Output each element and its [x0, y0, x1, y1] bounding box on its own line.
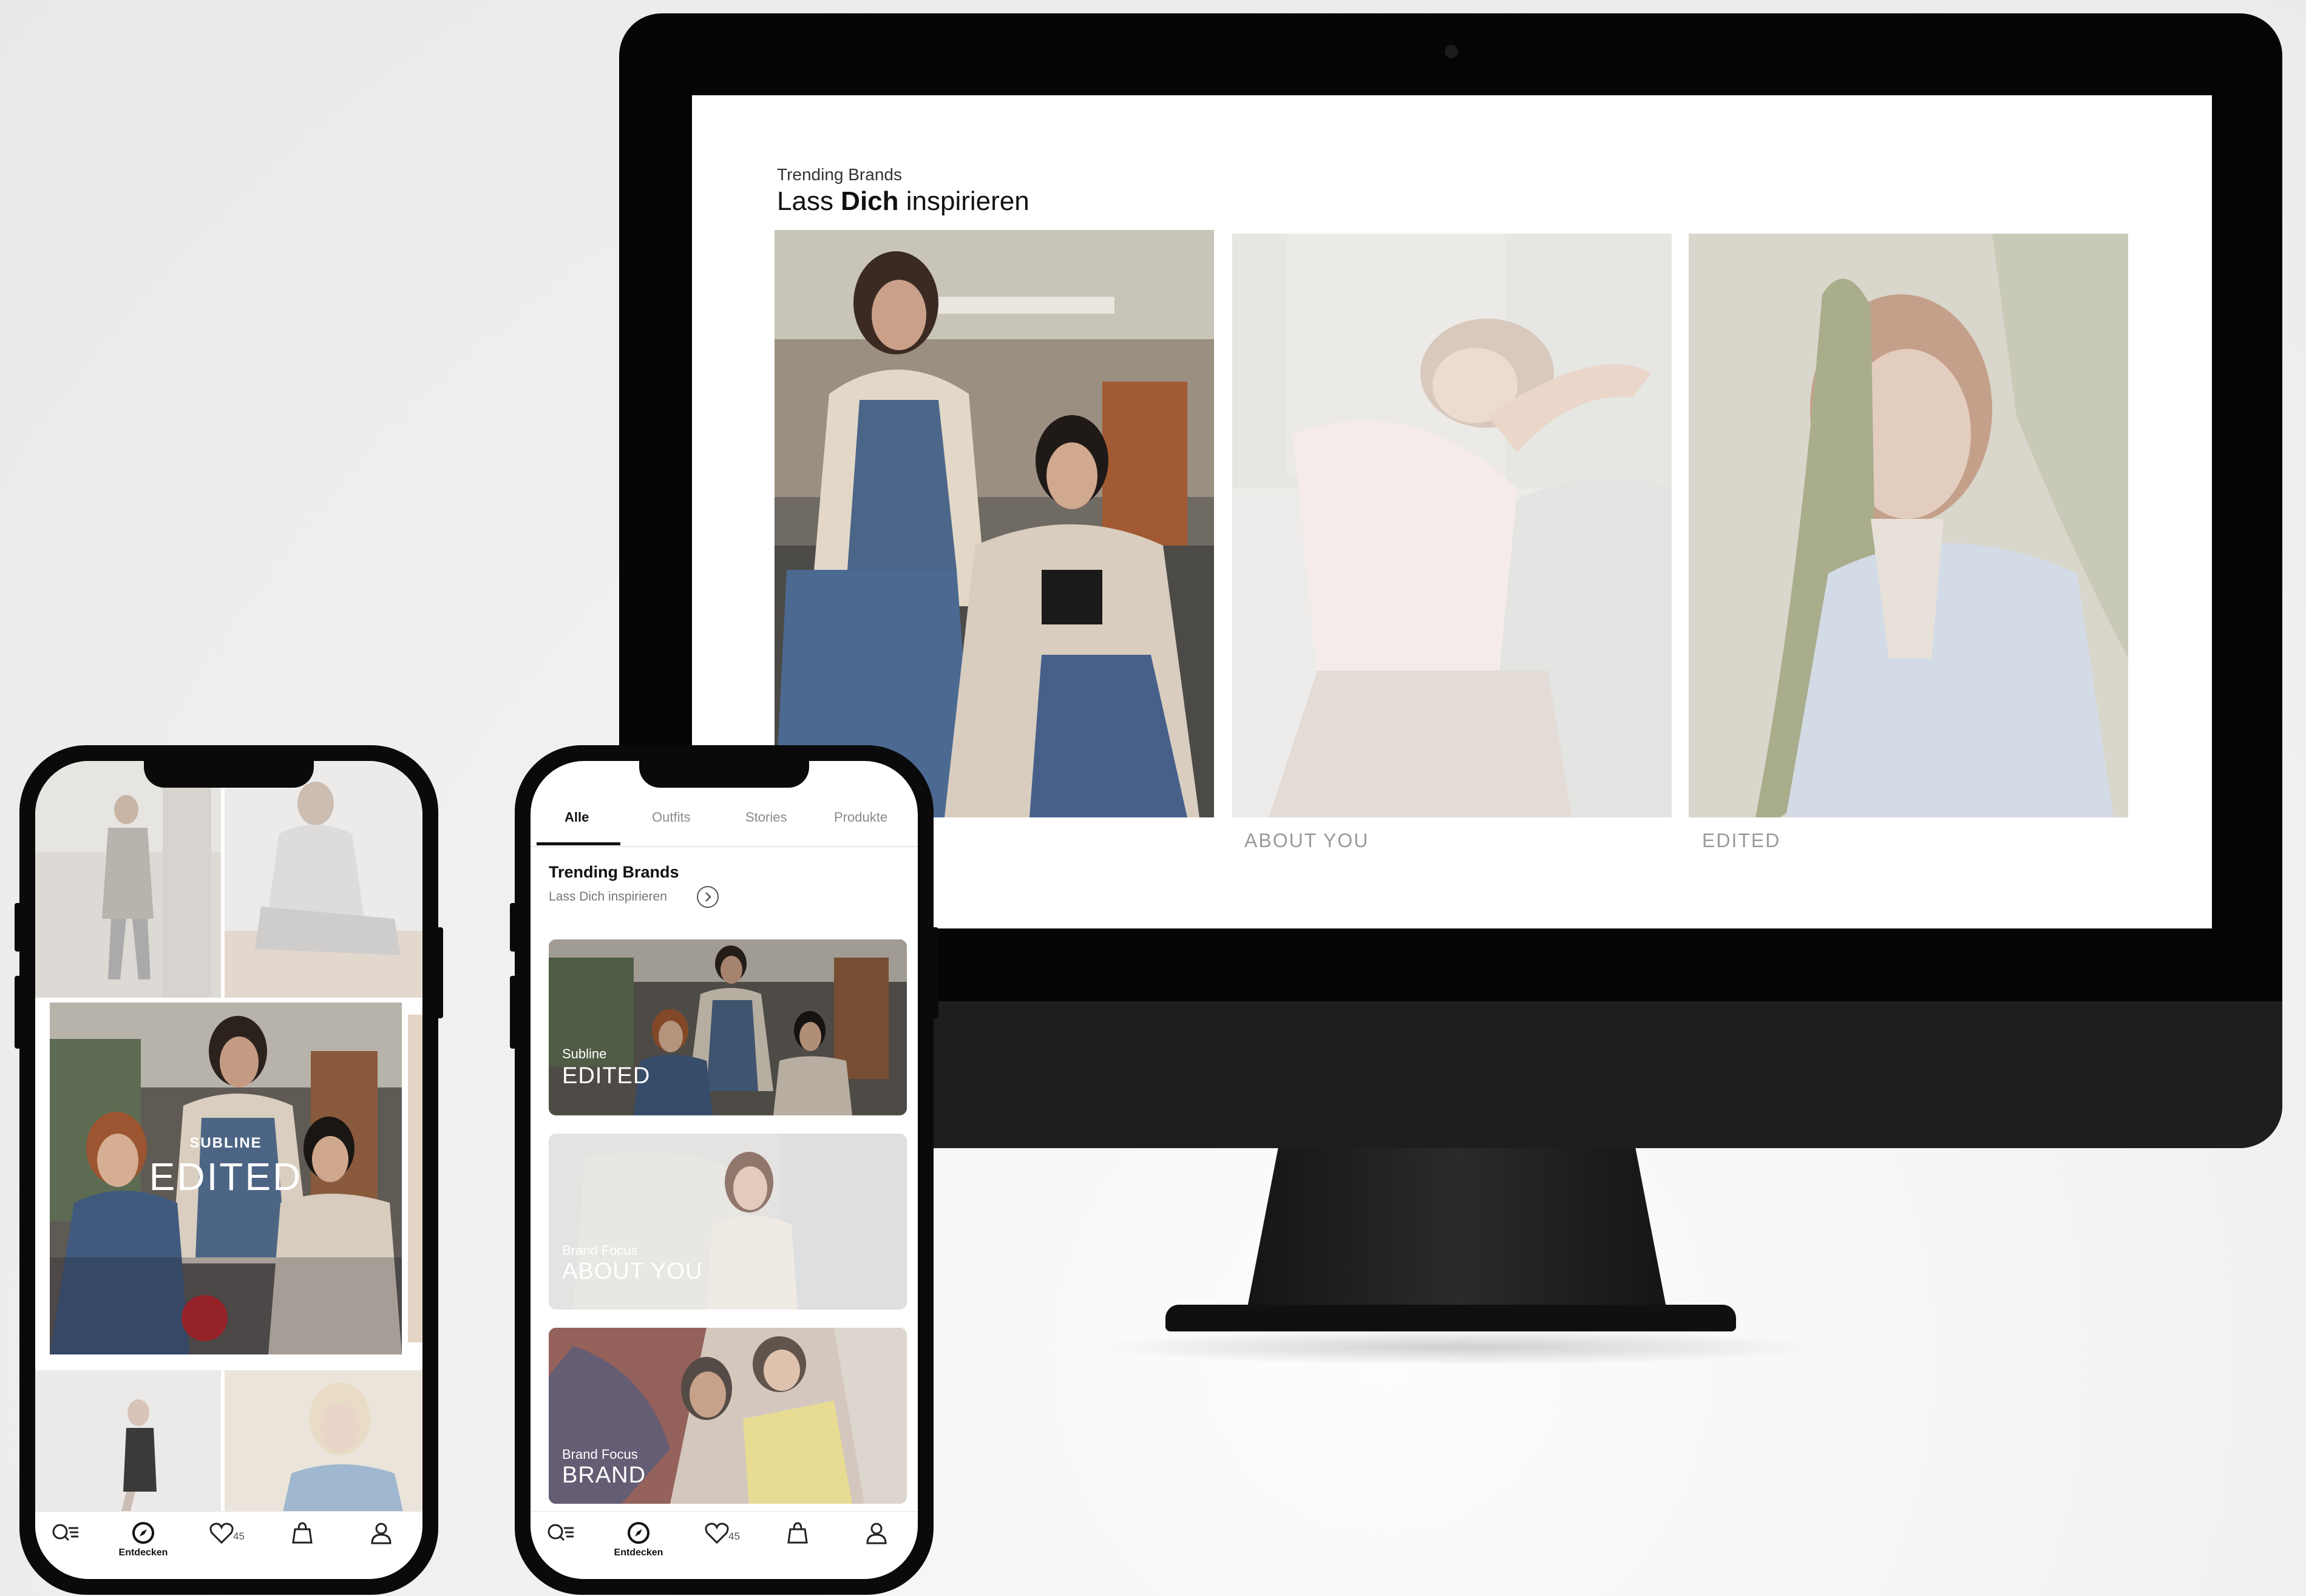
brand-label-edited[interactable]: EDITED — [1702, 830, 1780, 852]
card-name: BRAND — [562, 1462, 646, 1488]
hero-brand-card[interactable]: SUBLINE EDITED — [50, 1003, 402, 1354]
section-subtitle[interactable]: Lass Dich inspirieren — [549, 890, 667, 904]
wishlist-count: 45 — [728, 1530, 740, 1542]
brand-tile-street[interactable] — [35, 761, 221, 998]
card-name: EDITED — [562, 1063, 651, 1089]
tab-alle[interactable]: Alle — [565, 810, 589, 825]
brand-tile-blonde[interactable] — [225, 1370, 422, 1528]
phone-left: SUBLINE EDITED Entdecken 45 — [15, 745, 443, 1595]
active-tab-indicator — [537, 842, 620, 845]
fashion-photo — [35, 761, 221, 998]
phone-side-button — [15, 903, 22, 952]
tab-discover[interactable]: Entdecken — [113, 1521, 174, 1558]
phone-side-button — [931, 927, 938, 1018]
fashion-photo — [775, 230, 1214, 817]
monitor-stand-base — [1165, 1305, 1736, 1331]
tab-bag[interactable] — [272, 1521, 333, 1545]
tab-wishlist[interactable]: 45 — [690, 1521, 750, 1545]
compass-icon — [132, 1522, 154, 1544]
section-title: Trending Brands — [549, 863, 679, 881]
hero-title: EDITED — [149, 1155, 303, 1199]
fashion-photo — [35, 1370, 221, 1528]
monitor-stand-neck — [1244, 1147, 1669, 1323]
fashion-photo — [1232, 234, 1672, 817]
wishlist-count: 45 — [233, 1530, 245, 1542]
tab-outfits[interactable]: Outfits — [652, 810, 691, 825]
tab-stories[interactable]: Stories — [745, 810, 787, 825]
section-title: Lass Dich inspirieren — [777, 186, 1029, 216]
phone-side-button — [510, 976, 517, 1049]
chevron-right-icon[interactable] — [696, 885, 720, 909]
brand-card-edited-leaf-photo[interactable] — [1689, 234, 2128, 817]
phone-side-button — [510, 903, 517, 952]
tab-produkte[interactable]: Produkte — [834, 810, 887, 825]
phone-left-screen: SUBLINE EDITED Entdecken 45 — [35, 761, 422, 1579]
phone-right: Alle Outfits Stories Produkte Trending B… — [510, 745, 938, 1595]
hero-kicker: SUBLINE — [189, 1135, 262, 1151]
fashion-photo — [225, 1370, 422, 1528]
monitor-shadow — [1093, 1329, 1821, 1365]
tab-discover-label: Entdecken — [118, 1547, 168, 1558]
tab-discover[interactable]: Entdecken — [608, 1521, 669, 1558]
user-icon — [866, 1523, 887, 1544]
search-list-icon — [52, 1524, 78, 1541]
brand-tile-black-dress[interactable] — [35, 1370, 221, 1528]
compass-icon — [628, 1522, 649, 1544]
fashion-photo — [225, 761, 422, 998]
monitor-camera — [1445, 45, 1458, 58]
phone-side-button — [15, 976, 22, 1049]
brand-card-edited-photo[interactable] — [775, 230, 1214, 817]
tab-profile[interactable] — [351, 1521, 412, 1545]
search-list-icon — [548, 1524, 574, 1541]
brand-card-about-you-photo[interactable] — [1232, 234, 1672, 817]
phone-right-screen: Alle Outfits Stories Produkte Trending B… — [531, 761, 918, 1579]
card-kicker: Subline — [562, 1046, 607, 1061]
card-name: ABOUT YOU — [562, 1259, 703, 1284]
fashion-photo — [1689, 234, 2128, 817]
phone-notch — [639, 761, 809, 788]
user-icon — [371, 1523, 392, 1544]
phone-side-button — [436, 927, 443, 1018]
tab-bag[interactable] — [767, 1521, 828, 1545]
card-kicker: Brand Focus — [562, 1243, 638, 1258]
tab-profile[interactable] — [846, 1521, 907, 1545]
brand-tile-seated[interactable] — [225, 761, 422, 998]
section-subtitle: Trending Brands — [777, 165, 902, 184]
tab-discover-label: Entdecken — [614, 1547, 663, 1558]
shopping-bag-icon — [787, 1522, 808, 1544]
shopping-bag-icon — [292, 1522, 313, 1544]
card-kicker: Brand Focus — [562, 1447, 638, 1462]
tab-search[interactable] — [531, 1521, 591, 1545]
phone-notch — [144, 761, 314, 788]
next-card-peek — [408, 1015, 422, 1342]
category-tabs: Alle Outfits Stories Produkte — [531, 791, 918, 847]
brand-card-brand[interactable]: Brand Focus BRAND — [549, 1328, 907, 1504]
brand-card-about-you[interactable]: Brand Focus ABOUT YOU — [549, 1134, 907, 1310]
tab-wishlist[interactable]: 45 — [194, 1521, 255, 1545]
bottom-tab-bar: Entdecken 45 — [531, 1511, 918, 1579]
brand-label-about-you[interactable]: ABOUT YOU — [1244, 830, 1369, 852]
bottom-tab-bar: Entdecken 45 — [35, 1511, 422, 1579]
brand-card-edited[interactable]: Subline EDITED — [549, 939, 907, 1115]
tab-search[interactable] — [35, 1521, 96, 1545]
